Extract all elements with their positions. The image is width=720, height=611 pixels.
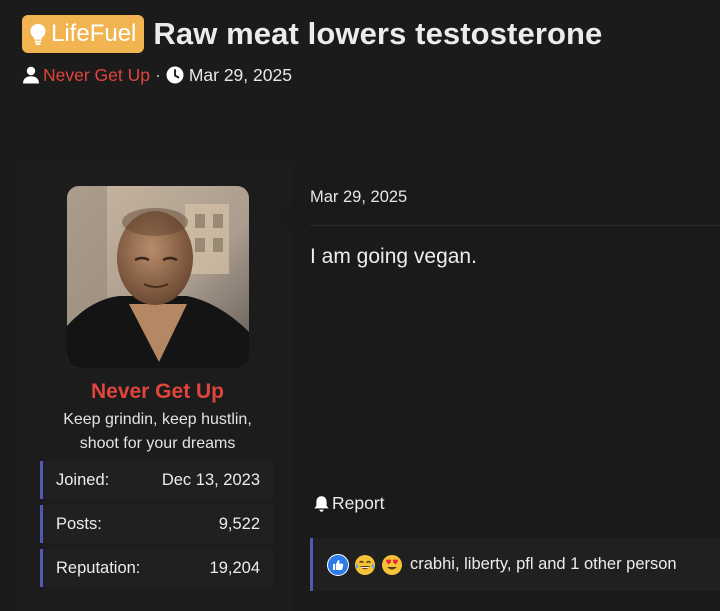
reactions-list-link[interactable]: crabhi, liberty, pfl and 1 other person bbox=[410, 555, 677, 574]
stat-label: Joined: bbox=[56, 470, 110, 489]
report-label: Report bbox=[332, 493, 385, 513]
stat-label: Posts: bbox=[56, 514, 102, 533]
heart-eyes-icon[interactable] bbox=[381, 554, 403, 576]
clock-icon bbox=[166, 66, 184, 84]
message-arrow bbox=[279, 203, 293, 231]
stat-reputation: Reputation: 19,204 bbox=[40, 549, 274, 587]
thread-date-link[interactable]: Mar 29, 2025 bbox=[189, 65, 292, 86]
post-message-cell: Mar 29, 2025 I am going vegan. Report cr… bbox=[279, 167, 720, 611]
title-row: LifeFuel Raw meat lowers testosterone bbox=[22, 14, 720, 54]
avatar[interactable] bbox=[67, 186, 249, 368]
thread-meta: Never Get Up · Mar 29, 2025 bbox=[22, 64, 720, 86]
thread-author-link[interactable]: Never Get Up bbox=[43, 65, 150, 86]
meta-separator: · bbox=[154, 64, 161, 85]
user-icon bbox=[22, 66, 40, 84]
tears-of-joy-icon[interactable] bbox=[354, 554, 376, 576]
post-username[interactable]: Never Get Up bbox=[22, 380, 293, 404]
bell-icon bbox=[313, 495, 330, 513]
post-body: I am going vegan. bbox=[310, 245, 477, 268]
thread-prefix-label: LifeFuel bbox=[51, 19, 137, 47]
post-user-cell: Never Get Up Keep grindin, keep hustlin,… bbox=[22, 167, 293, 611]
thread-prefix-badge[interactable]: LifeFuel bbox=[22, 15, 145, 53]
post-date-link[interactable]: Mar 29, 2025 bbox=[310, 188, 407, 207]
thread-header: LifeFuel Raw meat lowers testosterone Ne… bbox=[22, 14, 720, 86]
post-divider bbox=[310, 225, 720, 226]
post: Never Get Up Keep grindin, keep hustlin,… bbox=[22, 167, 720, 611]
thread-page: LifeFuel Raw meat lowers testosterone Ne… bbox=[0, 0, 720, 611]
stat-posts: Posts: 9,522 bbox=[40, 505, 274, 543]
stat-value: Dec 13, 2023 bbox=[161, 470, 260, 489]
thread-title: Raw meat lowers testosterone bbox=[153, 16, 603, 51]
user-title: Keep grindin, keep hustlin, shoot for yo… bbox=[63, 411, 252, 452]
stat-value: 9,522 bbox=[218, 514, 260, 533]
stat-joined: Joined: Dec 13, 2023 bbox=[40, 461, 274, 499]
report-button[interactable]: Report bbox=[313, 493, 385, 514]
stat-label: Reputation: bbox=[56, 558, 141, 577]
reactions-bar[interactable]: crabhi, liberty, pfl and 1 other person bbox=[310, 538, 720, 591]
stat-value: 19,204 bbox=[209, 558, 260, 577]
like-icon[interactable] bbox=[327, 553, 349, 576]
lightbulb-icon bbox=[29, 22, 47, 46]
